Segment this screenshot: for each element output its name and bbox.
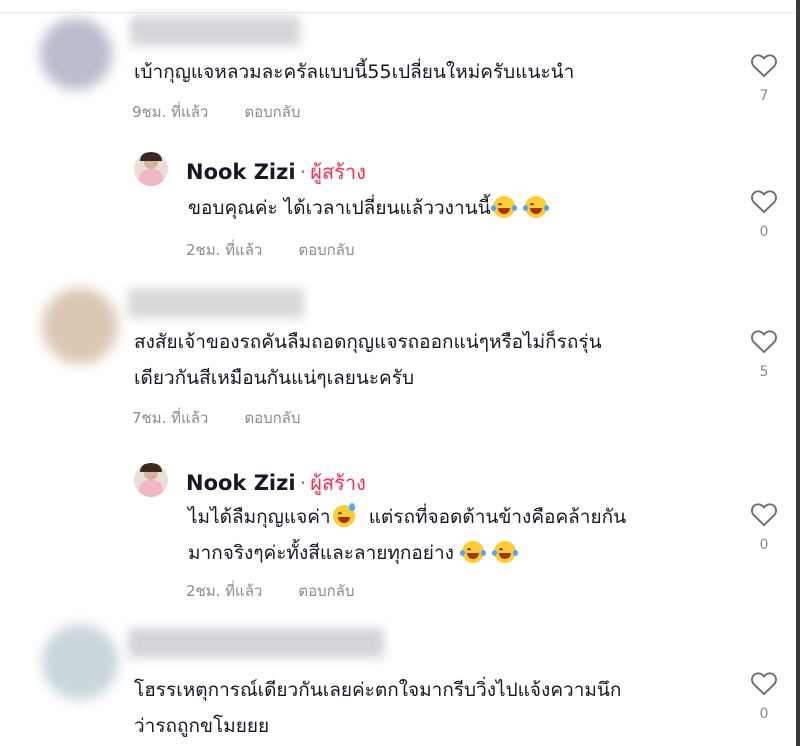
comment-item: เบ้ากุญแจหลวมละครัลแบบนี้55เปลี่ยนใหม่คร… [0,0,790,140]
reply-button[interactable]: ตอบกลับ [244,100,300,124]
comment-meta: 2ชม. ที่แล้ว ตอบกลับ [186,579,354,603]
like-count: 7 [759,88,769,104]
like-button[interactable]: 0 [744,501,784,553]
comment-text-line-2: เดียวกันสีเหมือนกันแน่ๆเลยนะครับ [134,367,415,389]
face-with-tears-of-joy-icon [459,541,486,563]
author-name[interactable]: Nook Zizi [186,160,296,184]
comment-text-line-1: โฮรรเหตุการณ์เดียวกันเลยค่ะตกใจมากรีบวิ่… [134,679,622,701]
comment-author: Nook Zizi · ผู้สร้าง [186,156,366,188]
separator: · [299,160,307,184]
face-with-tears-of-joy-icon [490,196,517,218]
comment-text: ขอบคุณค่ะ ได้เวลาเปลี่ยนแล้ววงานนี้ [188,190,549,226]
username-blurred[interactable] [128,628,384,658]
comment-time: 2ชม. ที่แล้ว [186,241,263,259]
grinning-face-with-sweat-icon [332,503,355,527]
username-blurred[interactable] [128,288,304,318]
reply-item: Nook Zizi · ผู้สร้าง ขอบคุณค่ะ ได้เวลาเปลี… [0,140,790,280]
like-count: 0 [759,537,769,553]
heart-icon [751,190,777,214]
heart-icon [751,503,777,527]
heart-icon [751,330,777,354]
like-button[interactable]: 0 [744,188,784,240]
avatar[interactable] [134,152,168,186]
comment-text-part: มากจริงๆค่ะทั้งสีและลายทุกอย่าง [188,542,454,564]
like-count: 5 [759,364,769,380]
reply-button[interactable]: ตอบกลับ [298,579,354,603]
comment-text-line-1: ไมได้ลืมกุญแจค่า แต่รถที่จอดด้านข้างคือค… [188,499,626,535]
comment-text-part: ไมได้ลืมกุญแจค่า [188,506,331,528]
comment-meta: 2ชม. ที่แล้ว ตอบกลับ [186,238,354,262]
reply-button[interactable]: ตอบกลับ [298,238,354,262]
comment-time: 2ชม. ที่แล้ว [186,582,263,600]
comment-text: เบ้ากุญแจหลวมละครัลแบบนี้55เปลี่ยนใหม่คร… [134,61,575,83]
like-button[interactable]: 5 [744,328,784,380]
creator-badge: ผู้สร้าง [310,160,366,184]
separator: · [299,471,307,495]
comment-time: 9ชม. ที่แล้ว [132,103,209,121]
avatar[interactable] [134,463,168,497]
comment-text-line-2: ว่ารถถูกขโมยยย [134,715,270,737]
face-with-tears-of-joy-icon [491,541,518,563]
avatar[interactable] [42,624,118,700]
comment-text-part: แต่รถที่จอดด้านข้างคือคล้ายกัน [368,506,627,528]
heart-icon [751,54,777,78]
creator-badge: ผู้สร้าง [310,471,366,495]
reply-item: Nook Zizi · ผู้สร้าง ไมได้ลืมกุญแจค่า แต่ร… [0,455,790,620]
comment-text-line-2: มากจริงๆค่ะทั้งสีและลายทุกอย่าง [188,535,518,571]
reply-button[interactable]: ตอบกลับ [244,406,300,430]
author-name[interactable]: Nook Zizi [186,471,296,495]
like-count: 0 [759,706,769,722]
scrollbar[interactable] [796,0,800,746]
username-blurred[interactable] [130,16,300,46]
like-button[interactable]: 7 [744,52,784,104]
face-with-tears-of-joy-icon [522,196,549,218]
comment-item: สงสัยเจ้าของรถคันลืมถอดกุญแจรถออกแน่ๆหรื… [0,280,790,455]
like-count: 0 [759,224,769,240]
comment-author: Nook Zizi · ผู้สร้าง [186,467,366,499]
comment-text-line-1: สงสัยเจ้าของรถคันลืมถอดกุญแจรถออกแน่ๆหรื… [134,331,602,353]
comment-meta: 9ชม. ที่แล้ว ตอบกลับ [132,100,300,124]
comment-meta: 7ชม. ที่แล้ว ตอบกลับ [132,406,300,430]
heart-icon [751,672,777,696]
avatar[interactable] [42,288,118,364]
comment-time: 7ชม. ที่แล้ว [132,409,209,427]
comment-text-part: ขอบคุณค่ะ ได้เวลาเปลี่ยนแล้ววงานนี้ [188,197,491,219]
comment-item: โฮรรเหตุการณ์เดียวกันเลยค่ะตกใจมากรีบวิ่… [0,620,790,746]
like-button[interactable]: 0 [744,670,784,722]
avatar[interactable] [40,18,112,90]
